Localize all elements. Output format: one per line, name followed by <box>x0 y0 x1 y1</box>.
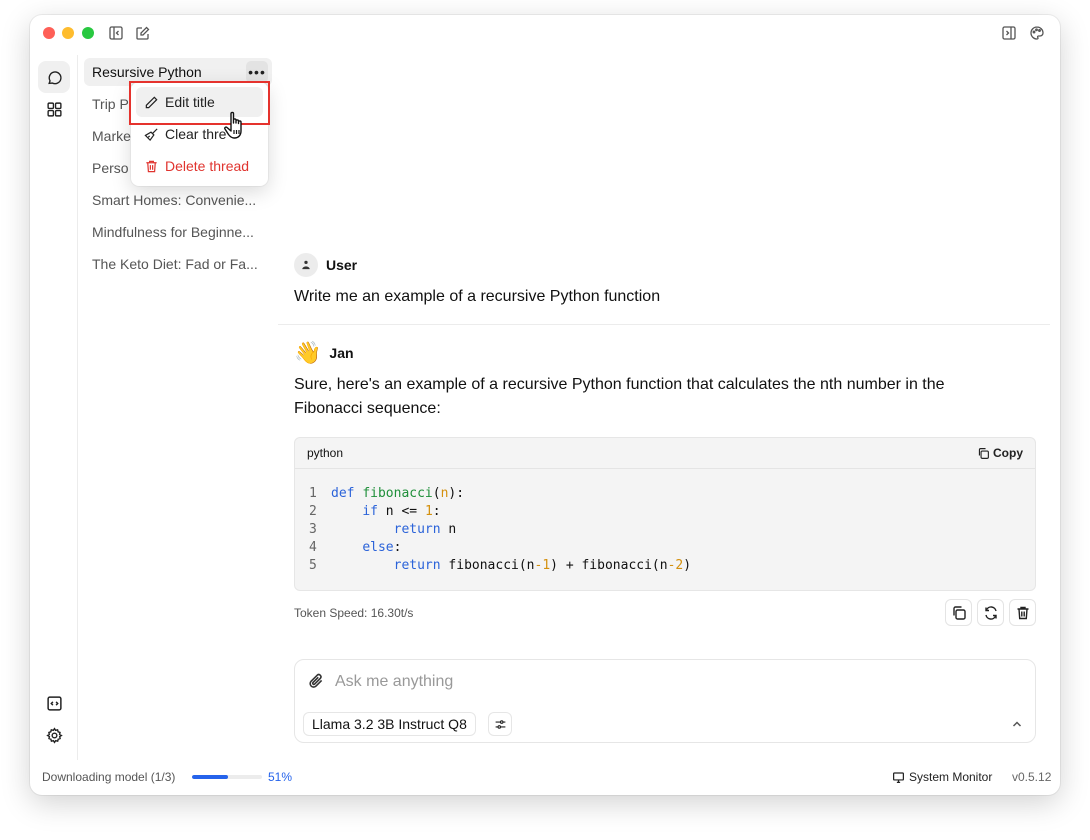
download-percent: 51% <box>268 770 293 784</box>
line-number: 1 <box>309 486 317 501</box>
thread-title: Marke <box>92 128 131 144</box>
palette-icon[interactable] <box>1028 24 1046 42</box>
line-number: 3 <box>309 522 317 537</box>
window-maximize-button[interactable] <box>82 27 94 39</box>
line-number: 2 <box>309 504 317 519</box>
model-settings-button[interactable] <box>488 712 512 736</box>
status-bar: Downloading model (1/3) 51% System Monit… <box>30 760 1060 795</box>
sidebar-collapse-icon[interactable] <box>107 24 125 42</box>
new-thread-icon[interactable] <box>134 24 152 42</box>
chat-icon <box>46 69 63 86</box>
code-content: 1 def fibonacci(n): 2 if n <= 1: 3 return n… <box>295 469 1035 575</box>
icon-rail <box>30 55 78 760</box>
hand-cursor-icon <box>223 110 249 142</box>
monitor-icon <box>892 771 909 784</box>
copy-message-button[interactable] <box>945 599 972 626</box>
copy-icon <box>977 447 993 460</box>
thread-title: Mindfulness for Beginne... <box>92 224 254 240</box>
menu-item-label: Delete thread <box>165 158 250 174</box>
window-close-button[interactable] <box>43 27 55 39</box>
code-line: 2 if n <= 1: <box>309 504 441 519</box>
thread-item[interactable]: The Keto Diet: Fad or Fa... <box>84 250 272 278</box>
attachment-icon[interactable] <box>307 672 325 690</box>
assistant-message-header: 👋 Jan <box>294 341 354 365</box>
system-monitor-button[interactable]: System Monitor <box>892 770 992 784</box>
grid-icon <box>46 101 63 118</box>
rail-chat-button[interactable] <box>38 61 70 93</box>
user-message-text: Write me an example of a recursive Pytho… <box>294 288 661 305</box>
menu-item-label: Clear thre <box>165 126 227 142</box>
code-line: 1 def fibonacci(n): <box>309 486 465 501</box>
app-version: v0.5.12 <box>1012 770 1052 784</box>
assistant-message-text: Sure, here's an example of a recursive P… <box>294 376 945 417</box>
line-number: 5 <box>309 558 317 573</box>
copy-code-button[interactable]: Copy <box>977 446 1023 460</box>
delete-message-button[interactable] <box>1009 599 1036 626</box>
gear-icon <box>45 726 63 744</box>
app-window: Resursive Python ••• Trip P Marke Perso … <box>30 15 1060 795</box>
system-monitor-label: System Monitor <box>909 770 993 784</box>
code-block: python Copy 1 def fibonacci(n): 2 if n <= … <box>294 437 1036 591</box>
thread-title: Resursive Python <box>92 64 202 80</box>
line-number: 4 <box>309 540 317 555</box>
code-line: 5 return fibonacci(n-1) + fibonacci(n-2) <box>309 558 692 573</box>
token-speed: Token Speed: 16.30t/s <box>294 606 414 620</box>
user-message-header: User <box>294 253 357 277</box>
message-composer: Llama 3.2 3B Instruct Q8 <box>294 659 1036 743</box>
user-avatar-icon <box>294 253 318 277</box>
menu-delete-thread[interactable]: Delete thread <box>136 151 263 181</box>
code-language: python <box>307 446 344 460</box>
trash-icon <box>144 159 165 174</box>
sliders-icon <box>494 718 507 731</box>
waving-hand-icon: 👋 <box>294 340 322 365</box>
download-status: Downloading model (1/3) <box>42 770 176 784</box>
thread-title: Perso <box>92 160 129 176</box>
rail-hub-button[interactable] <box>38 93 70 125</box>
thread-title: Smart Homes: Convenie... <box>92 192 257 208</box>
download-progress-fill <box>192 775 228 779</box>
pencil-icon <box>144 95 165 110</box>
copy-icon <box>951 605 967 621</box>
chat-panel: User Write me an example of a recursive … <box>278 55 1060 760</box>
model-selector[interactable]: Llama 3.2 3B Instruct Q8 <box>303 712 476 736</box>
broom-icon <box>144 127 165 142</box>
message-input[interactable] <box>335 668 1015 696</box>
right-panel-icon[interactable] <box>1000 24 1018 42</box>
thread-item[interactable]: Mindfulness for Beginne... <box>84 218 272 246</box>
code-block-header: python Copy <box>295 438 1035 469</box>
refresh-icon <box>983 605 999 621</box>
thread-item[interactable]: Smart Homes: Convenie... <box>84 186 272 214</box>
code-line: 3 return n <box>309 522 457 537</box>
trash-icon <box>1015 605 1031 621</box>
title-bar <box>30 15 1060 51</box>
message-divider <box>278 324 1050 325</box>
menu-item-label: Edit title <box>165 94 215 110</box>
copy-label: Copy <box>993 446 1023 460</box>
download-progress-bar <box>192 775 262 779</box>
window-minimize-button[interactable] <box>62 27 74 39</box>
code-icon <box>46 695 63 712</box>
chevron-up-icon[interactable] <box>1009 716 1025 732</box>
thread-title: The Keto Diet: Fad or Fa... <box>92 256 258 272</box>
user-name: User <box>326 257 358 273</box>
thread-more-button[interactable]: ••• <box>246 61 268 83</box>
assistant-name: Jan <box>329 345 354 361</box>
rail-settings-button[interactable] <box>38 719 70 751</box>
rail-api-button[interactable] <box>38 687 70 719</box>
thread-title: Trip P <box>92 96 129 112</box>
code-line: 4 else: <box>309 540 402 555</box>
regenerate-button[interactable] <box>977 599 1004 626</box>
